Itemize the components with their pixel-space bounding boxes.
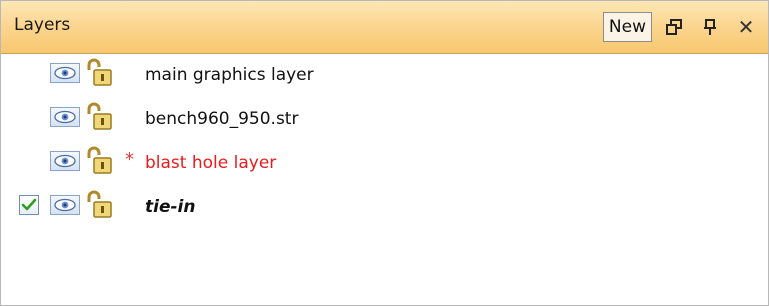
layer-row[interactable]: bench960_950.str	[1, 98, 768, 142]
new-layer-button[interactable]: New	[602, 12, 652, 42]
layer-name[interactable]: tie-in	[145, 197, 195, 217]
active-layer-checkbox[interactable]	[19, 195, 39, 215]
layers-panel: Layers New ✕ main graphics layer bench96…	[0, 0, 769, 306]
visibility-eye-icon[interactable]	[50, 195, 80, 215]
layer-name[interactable]: blast hole layer	[145, 153, 276, 173]
close-icon[interactable]: ✕	[732, 13, 760, 41]
layer-name[interactable]: main graphics layer	[145, 65, 314, 85]
layer-row[interactable]: * blast hole layer	[1, 142, 768, 186]
panel-title-bar[interactable]: Layers New ✕	[1, 1, 768, 54]
modified-asterisk: *	[125, 149, 134, 170]
layer-name[interactable]: bench960_950.str	[145, 109, 298, 129]
pin-icon[interactable]	[696, 13, 724, 41]
layer-row[interactable]: main graphics layer	[1, 54, 768, 98]
visibility-eye-icon[interactable]	[50, 151, 80, 171]
layer-row-active[interactable]: tie-in	[1, 186, 768, 230]
unlocked-padlock-icon[interactable]	[85, 145, 113, 175]
unlocked-padlock-icon[interactable]	[85, 57, 113, 87]
layer-list: main graphics layer bench960_950.str * b…	[1, 54, 768, 230]
unlocked-padlock-icon[interactable]	[85, 189, 113, 219]
float-window-icon[interactable]	[660, 13, 688, 41]
title-bar-controls: New ✕	[602, 10, 760, 44]
unlocked-padlock-icon[interactable]	[85, 101, 113, 131]
visibility-eye-icon[interactable]	[50, 107, 80, 127]
panel-title: Layers	[14, 15, 71, 35]
checkmark-icon	[21, 198, 37, 211]
visibility-eye-icon[interactable]	[50, 63, 80, 83]
